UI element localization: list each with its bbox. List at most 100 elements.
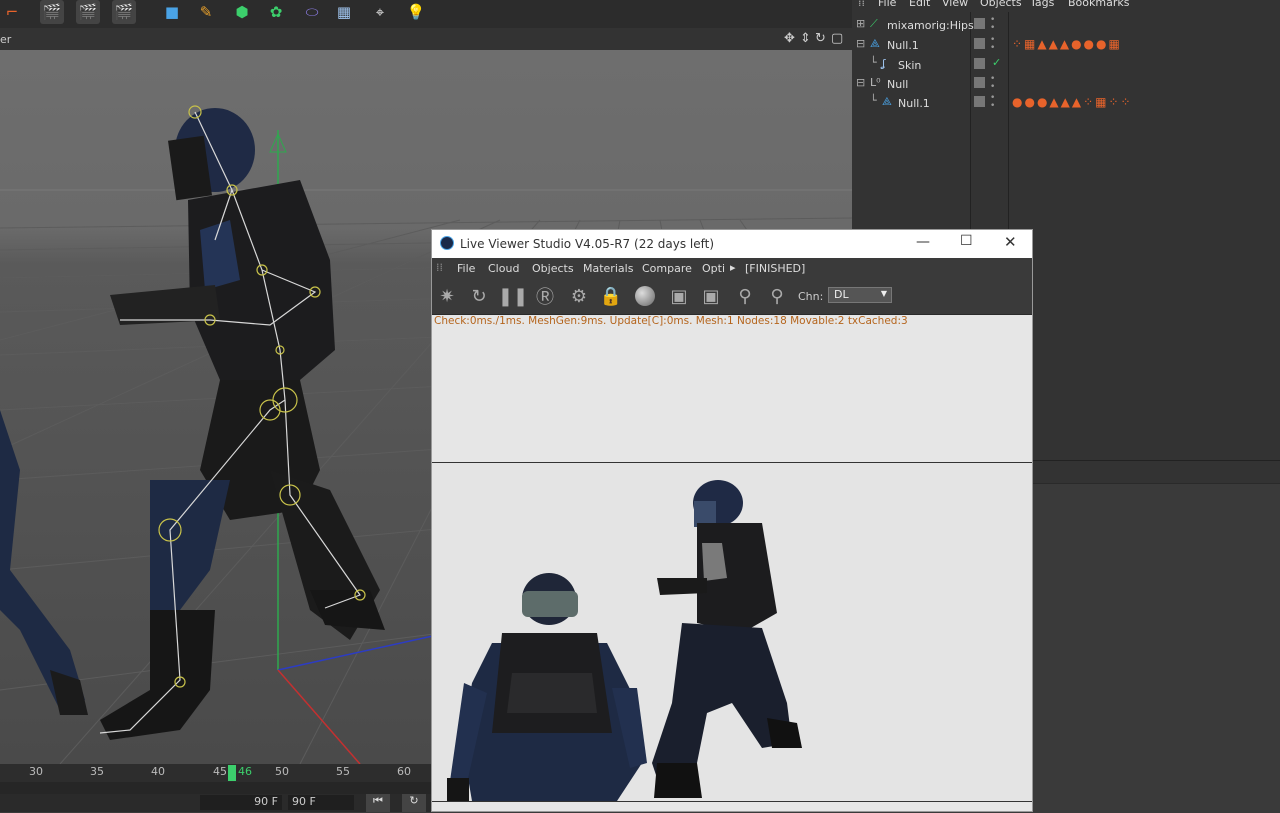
menu-overflow-icon[interactable]: ▸ xyxy=(730,261,736,274)
menu-cloud[interactable]: Cloud xyxy=(488,262,519,275)
go-to-start-icon[interactable]: ⏮ xyxy=(366,794,390,812)
menu-objects[interactable]: Objects xyxy=(980,0,1022,9)
visibility-toggle-icon[interactable] xyxy=(974,38,985,49)
object-name[interactable]: Null.1 xyxy=(887,39,919,52)
lock-icon[interactable]: 🔒 xyxy=(598,284,624,308)
pause-icon[interactable]: ❚❚ xyxy=(498,284,528,308)
object-row-hips[interactable]: ⊞ ⟋ mixamorig:Hips • • xyxy=(852,16,1280,35)
menu-edit[interactable]: Edit xyxy=(909,0,930,9)
menu-file[interactable]: File xyxy=(878,0,896,9)
material-pick-icon[interactable]: ⚲ xyxy=(764,284,790,308)
rendered-character-front xyxy=(447,573,647,801)
deformer-icon[interactable]: ⬭ xyxy=(300,0,324,24)
render-dots-icon[interactable]: • • xyxy=(990,16,995,33)
visibility-toggle-icon[interactable] xyxy=(974,96,985,107)
object-row-null1-child[interactable]: └ ⟁ Null.1 • • ●●●▲▲▲⁘▦⁘⁘ xyxy=(852,94,1280,113)
cube-icon[interactable]: ■ xyxy=(160,0,184,24)
render-status: Check:0ms./1ms. MeshGen:9ms. Update[C]:0… xyxy=(434,315,908,327)
enabled-check-icon[interactable]: ✓ xyxy=(992,56,1001,69)
object-name[interactable]: Null.1 xyxy=(898,97,930,110)
minimize-icon[interactable]: — xyxy=(916,234,930,250)
viewport-menu-label[interactable]: er xyxy=(0,33,11,46)
move-view-icon[interactable]: ✥ xyxy=(784,31,795,46)
maximize-view-icon[interactable]: ▢ xyxy=(831,31,843,46)
menu-file[interactable]: File xyxy=(457,262,475,275)
render-view-icon[interactable]: 🎬 xyxy=(40,0,64,24)
loop-icon[interactable]: ↻ xyxy=(402,794,426,812)
subdivision-icon[interactable]: ⬢ xyxy=(230,0,254,24)
menu-options[interactable]: Opti xyxy=(702,262,725,275)
app-logo-icon xyxy=(440,236,454,250)
character-model[interactable] xyxy=(100,108,385,740)
skin-icon: ʆ xyxy=(882,57,886,70)
tick-label: 40 xyxy=(151,765,165,778)
object-name[interactable]: Null xyxy=(887,78,908,91)
material-ball-icon[interactable] xyxy=(632,284,658,308)
rotate-view-icon[interactable]: ↻ xyxy=(815,31,826,46)
collapse-icon[interactable]: ⊟ xyxy=(856,76,865,89)
tick-label: 50 xyxy=(275,765,289,778)
render-dots-icon[interactable]: • • xyxy=(990,75,995,92)
null-icon: ⟁ xyxy=(882,95,892,108)
live-viewer-menubar: ⁞⁞ File Cloud Objects Materials Compare … xyxy=(432,258,1032,279)
tree-branch-icon: └ xyxy=(870,94,877,107)
object-row-null1[interactable]: ⊟ ⟁ Null.1 • • ⁘▦▲▲▲●●●▦ xyxy=(852,36,1280,55)
render-output[interactable] xyxy=(432,462,1032,802)
render-dots-icon[interactable]: • • xyxy=(990,36,995,53)
coordinate-icon[interactable]: ⌐ xyxy=(0,0,24,24)
maximize-icon[interactable]: ☐ xyxy=(960,233,973,249)
end-frame-field[interactable]: 90 F xyxy=(200,795,282,810)
joint-icon: ⟋ xyxy=(870,17,878,30)
playhead-marker[interactable] xyxy=(228,765,236,781)
floor-icon[interactable]: ▦ xyxy=(332,0,356,24)
light-icon[interactable]: 💡 xyxy=(404,0,428,24)
current-frame-label: 46 xyxy=(238,765,252,778)
max-frame-value: 90 F xyxy=(292,795,316,808)
render-settings-icon[interactable]: 🎬 xyxy=(112,0,136,24)
live-viewer-toolbar: ✷ ↻ ❚❚ Ⓡ ⚙ 🔒 ▣ ▣ ⚲ ⚲ Chn: DL ▼ xyxy=(432,279,1032,315)
pen-icon[interactable]: ✎ xyxy=(194,0,218,24)
main-toolbar: ⌐ 🎬 🎬 🎬 ■ ✎ ⬢ ✿ ⬭ ▦ ⌖ 💡 xyxy=(0,0,852,28)
menu-bookmarks[interactable]: Bookmarks xyxy=(1068,0,1129,9)
max-frame-field[interactable]: 90 F xyxy=(288,795,354,810)
object-row-skin[interactable]: └ ʆ Skin ✓ xyxy=(852,56,1280,75)
visibility-toggle-icon[interactable] xyxy=(974,58,985,69)
menu-objects[interactable]: Objects xyxy=(532,262,574,275)
cloner-icon[interactable]: ✿ xyxy=(264,0,288,24)
clay-render-icon[interactable]: ▣ xyxy=(666,284,692,308)
menu-compare[interactable]: Compare xyxy=(642,262,692,275)
attribute-header xyxy=(1032,461,1280,484)
channel-select[interactable]: DL ▼ xyxy=(828,287,892,303)
menu-tags[interactable]: Tags xyxy=(1030,0,1054,9)
restart-render-icon[interactable]: ↻ xyxy=(466,284,492,308)
null-object-icon: L⁰ xyxy=(870,76,881,89)
settings-gear-icon[interactable]: ⚙ xyxy=(566,284,592,308)
visibility-toggle-icon[interactable] xyxy=(974,18,985,29)
visibility-toggle-icon[interactable] xyxy=(974,77,985,88)
object-row-null[interactable]: ⊟ L⁰ Null • • xyxy=(852,75,1280,94)
menu-view[interactable]: View xyxy=(942,0,968,9)
tick-label: 45 xyxy=(213,765,227,778)
render-dots-icon[interactable]: • • xyxy=(990,94,995,111)
object-name[interactable]: mixamorig:Hips xyxy=(887,19,974,32)
camera-icon[interactable]: ⌖ xyxy=(368,0,392,24)
live-viewer-titlebar[interactable]: Live Viewer Studio V4.05-R7 (22 days lef… xyxy=(432,230,1032,258)
expand-icon[interactable]: ⊞ xyxy=(856,17,865,30)
tick-label: 55 xyxy=(336,765,350,778)
send-scene-icon[interactable]: ✷ xyxy=(434,284,460,308)
render-image xyxy=(447,480,802,801)
tag-icons[interactable]: ●●●▲▲▲⁘▦⁘⁘ xyxy=(1012,95,1133,109)
live-viewer-window[interactable]: Live Viewer Studio V4.05-R7 (22 days lef… xyxy=(431,229,1033,812)
collapse-icon[interactable]: ⊟ xyxy=(856,37,865,50)
menu-materials[interactable]: Materials xyxy=(583,262,633,275)
object-name[interactable]: Skin xyxy=(898,59,921,72)
close-icon[interactable]: ✕ xyxy=(1004,233,1017,251)
object-manager-menubar: ⁞⁞ File Edit View Objects Tags Bookmarks xyxy=(852,0,1280,12)
region-render-icon[interactable]: Ⓡ xyxy=(532,284,558,308)
tag-icons[interactable]: ⁘▦▲▲▲●●●▦ xyxy=(1012,37,1122,51)
focus-pick-icon[interactable]: ⚲ xyxy=(732,284,758,308)
zoom-view-icon[interactable]: ⇕ xyxy=(800,31,811,46)
grip-icon: ⁞⁞ xyxy=(436,261,443,274)
compare-render-icon[interactable]: ▣ xyxy=(698,284,724,308)
render-picture-viewer-icon[interactable]: 🎬 xyxy=(76,0,100,24)
